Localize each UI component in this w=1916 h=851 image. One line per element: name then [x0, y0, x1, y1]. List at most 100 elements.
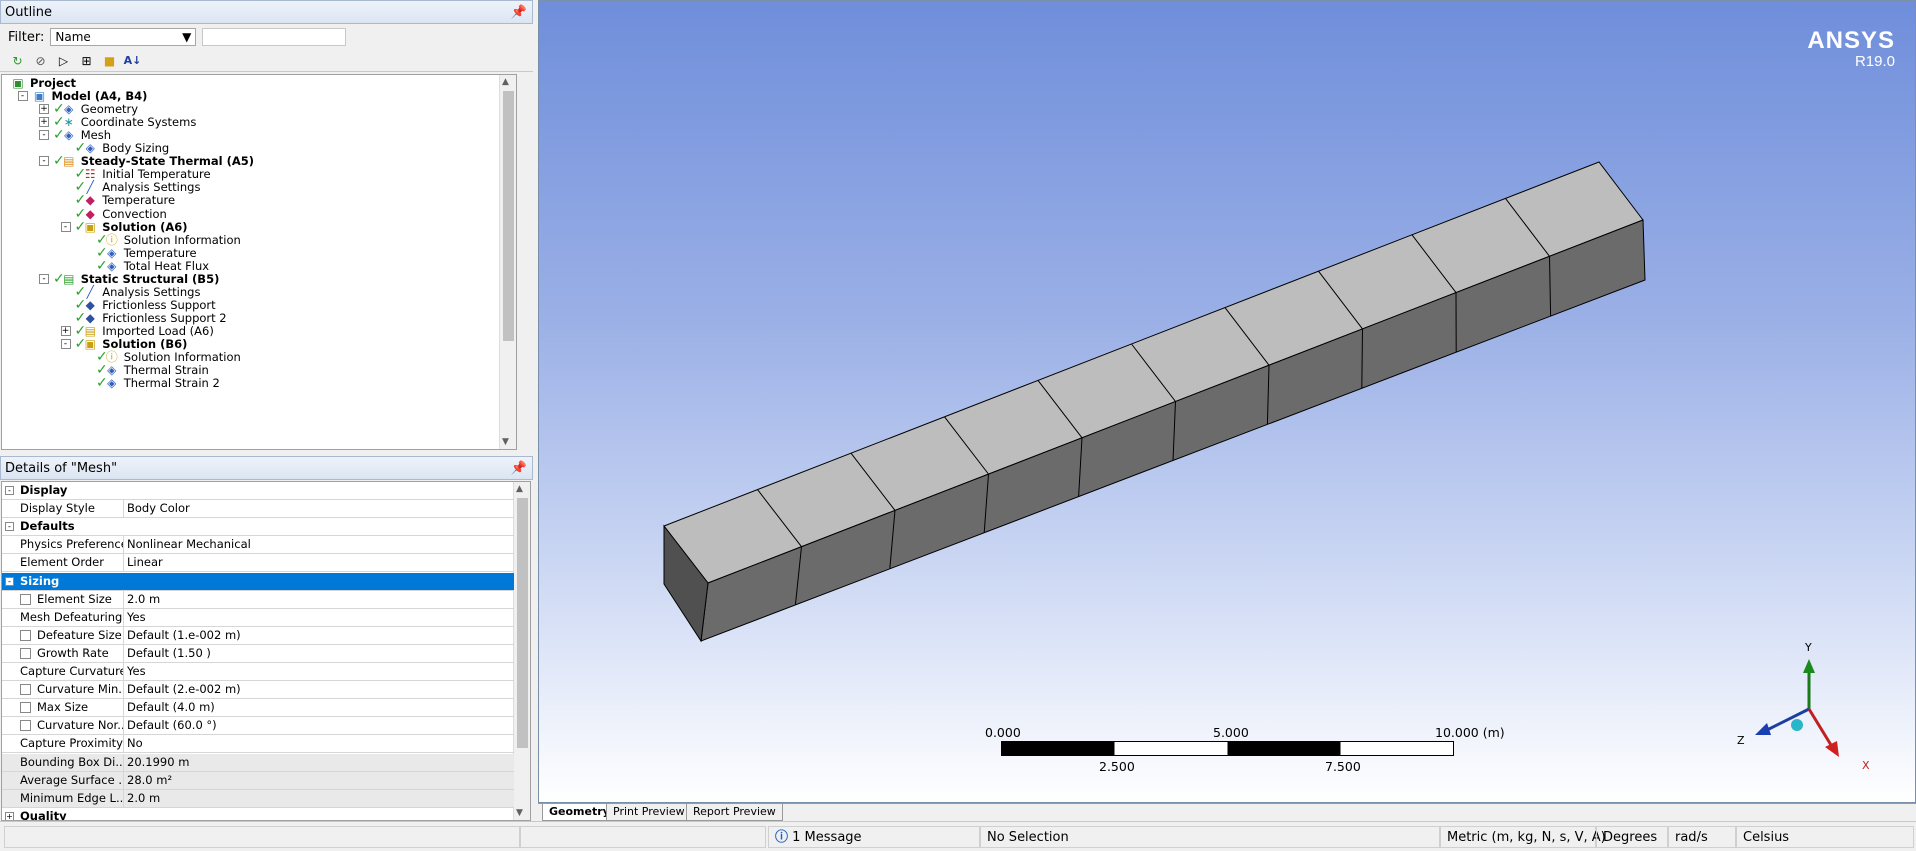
property-name: Average Surface ...: [2, 771, 124, 789]
property-value[interactable]: Yes: [124, 663, 514, 680]
filter-dropdown[interactable]: Name ▼: [50, 28, 197, 46]
sort-icon[interactable]: A↓: [123, 52, 142, 70]
property-value[interactable]: Body Color: [124, 500, 514, 517]
property-value[interactable]: 2.0 m: [124, 591, 514, 608]
property-value[interactable]: Yes: [124, 609, 514, 626]
messages-cell[interactable]: ⓘ 1 Message: [768, 826, 980, 848]
scroll-thumb[interactable]: [503, 91, 514, 341]
group-name: - Display: [2, 482, 514, 499]
parameter-checkbox[interactable]: [20, 684, 31, 696]
scroll-up-icon[interactable]: ▲: [502, 77, 509, 87]
scroll-thumb[interactable]: [517, 498, 528, 748]
scroll-down-icon[interactable]: ▼: [502, 437, 509, 447]
expand-all-icon[interactable]: ⊞: [77, 52, 96, 70]
refresh-icon[interactable]: ↻: [8, 52, 27, 70]
collapse-icon[interactable]: -: [39, 273, 49, 284]
details-row[interactable]: Bounding Box Di... 20.1990 m: [2, 753, 514, 772]
expand-icon[interactable]: +: [5, 811, 14, 820]
property-value[interactable]: Default (2.e-002 m): [124, 681, 514, 698]
details-row[interactable]: Capture Proximity No: [2, 735, 514, 754]
pin-icon[interactable]: 📌: [511, 1, 527, 25]
property-label: Max Size: [37, 700, 89, 715]
parameter-checkbox[interactable]: [20, 720, 31, 732]
collapse-icon[interactable]: -: [17, 91, 28, 102]
units-cell[interactable]: Metric (m, kg, N, s, V, A): [1440, 826, 1606, 848]
outline-tree[interactable]: ▲ ▼ ▣ Project - ▣ Model (A4, B4) + ✓ ◈ Geometry +…: [1, 74, 517, 450]
clear-icon[interactable]: ⊘: [31, 52, 50, 70]
tree-item[interactable]: ✓ ◈ Thermal Strain 2: [96, 375, 220, 391]
selection-status: No Selection: [987, 830, 1069, 845]
details-row[interactable]: Mesh Defeaturing Yes: [2, 608, 514, 627]
units-system: Metric (m, kg, N, s, V, A): [1447, 830, 1606, 845]
collapse-icon[interactable]: -: [5, 486, 14, 495]
details-row[interactable]: Display Style Body Color: [2, 500, 514, 519]
details-row[interactable]: Growth Rate Default (1.50 ): [2, 644, 514, 663]
angle-units-cell[interactable]: Degrees: [1596, 826, 1668, 848]
folder-icon[interactable]: ■: [100, 52, 119, 70]
collapse-icon[interactable]: -: [39, 130, 49, 141]
property-value[interactable]: Default (60.0 °): [124, 717, 514, 734]
details-row[interactable]: Defeature Size Default (1.e-002 m): [2, 626, 514, 645]
parameter-checkbox[interactable]: [20, 629, 31, 641]
axis-triad[interactable]: [1729, 641, 1869, 781]
property-value[interactable]: Nonlinear Mechanical: [124, 536, 514, 553]
details-group-row[interactable]: - Sizing: [2, 572, 514, 591]
collapse-icon[interactable]: -: [60, 221, 71, 232]
graphics-viewport[interactable]: ANSYS R19.0 0.000 5.000 10.000 (m) 2.500…: [538, 0, 1916, 803]
details-row[interactable]: Capture Curvature Yes: [2, 663, 514, 681]
expand-icon[interactable]: ▷: [54, 52, 73, 70]
details-header-bar: Details of "Mesh" 📌: [0, 456, 533, 480]
z-axis-line: [1764, 707, 1810, 733]
pin-icon[interactable]: 📌: [511, 457, 527, 481]
property-value[interactable]: 2.0 m: [124, 789, 514, 807]
details-group-row[interactable]: + Quality: [2, 808, 514, 820]
rate-units-cell[interactable]: rad/s: [1668, 826, 1736, 848]
property-value[interactable]: 28.0 m²: [124, 771, 514, 789]
property-label: Minimum Edge L...: [20, 790, 124, 805]
scroll-down-icon[interactable]: ▼: [516, 808, 523, 818]
mechanical-window: Outline 📌 Filter: Name ▼ ↻ ⊘ ▷ ⊞ ■ A↓ ▲ …: [0, 0, 1916, 851]
details-grid[interactable]: ▲ ▼ - Display Display Style Body Color - Defa…: [1, 481, 531, 821]
property-name: Max Size: [2, 699, 124, 717]
viewport-tabs: Geometry Print Preview Report Preview: [538, 803, 1916, 821]
collapse-icon[interactable]: -: [5, 522, 14, 532]
tab-print-preview[interactable]: Print Preview: [606, 804, 692, 821]
parameter-checkbox[interactable]: [20, 702, 31, 714]
property-value[interactable]: No: [124, 735, 514, 752]
details-scrollbar[interactable]: ▲ ▼: [513, 482, 530, 820]
details-row[interactable]: Minimum Edge L... 2.0 m: [2, 789, 514, 808]
property-value[interactable]: 20.1990 m: [124, 753, 514, 771]
collapse-icon[interactable]: -: [39, 156, 49, 167]
details-row[interactable]: Physics Preference Nonlinear Mechanical: [2, 536, 514, 555]
details-row[interactable]: Element Order Linear: [2, 554, 514, 573]
expand-icon[interactable]: +: [39, 104, 49, 115]
collapse-icon[interactable]: -: [5, 576, 14, 586]
outline-scrollbar[interactable]: ▲ ▼: [499, 75, 516, 449]
scale-label-top-0: 0.000: [985, 725, 1021, 740]
details-row[interactable]: Curvature Nor... Default (60.0 °): [2, 717, 514, 736]
property-value[interactable]: Linear: [124, 554, 514, 571]
details-row[interactable]: Average Surface ... 28.0 m²: [2, 771, 514, 790]
details-row[interactable]: Max Size Default (4.0 m): [2, 699, 514, 718]
scroll-up-icon[interactable]: ▲: [516, 484, 523, 494]
details-group-row[interactable]: - Display: [2, 482, 514, 500]
property-value[interactable]: Default (4.0 m): [124, 699, 514, 716]
property-value[interactable]: Default (1.50 ): [124, 645, 514, 662]
y-axis-arrow: [1803, 659, 1815, 673]
model-geometry[interactable]: [539, 1, 1916, 804]
z-axis-label: Z: [1737, 734, 1745, 747]
parameter-checkbox[interactable]: [20, 593, 31, 605]
messages-count: 1 Message: [792, 830, 862, 845]
collapse-icon[interactable]: -: [60, 339, 71, 349]
details-group-row[interactable]: - Defaults: [2, 518, 514, 537]
property-name: Capture Curvature: [2, 663, 124, 680]
details-row[interactable]: Element Size 2.0 m: [2, 590, 514, 609]
parameter-checkbox[interactable]: [20, 647, 31, 659]
filter-search-input[interactable]: [202, 28, 347, 46]
tab-report-preview[interactable]: Report Preview: [686, 804, 783, 821]
temp-units-cell[interactable]: Celsius: [1736, 826, 1914, 848]
property-value[interactable]: Default (1.e-002 m): [124, 627, 514, 644]
details-row[interactable]: Curvature Min... Default (2.e-002 m): [2, 681, 514, 700]
expand-icon[interactable]: +: [39, 117, 49, 128]
expand-icon[interactable]: +: [60, 325, 71, 336]
